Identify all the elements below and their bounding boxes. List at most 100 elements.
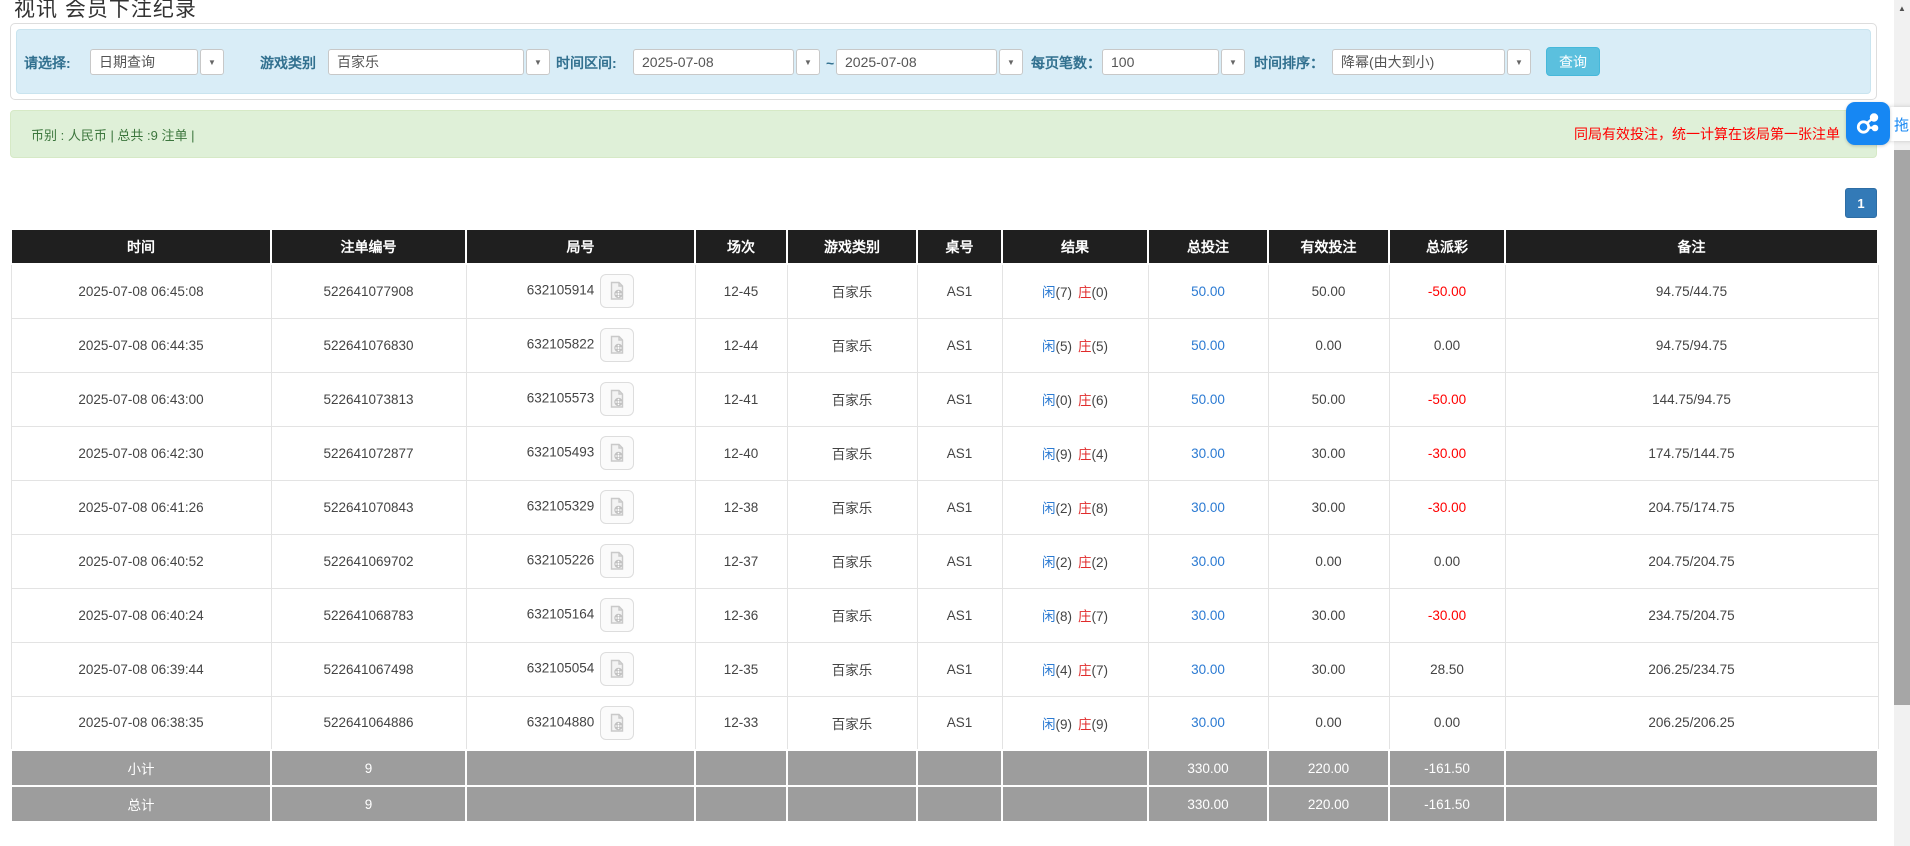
total-bet-link[interactable]: 50.00: [1191, 284, 1225, 299]
video-playback-button[interactable]: [600, 705, 635, 740]
total-bet-link[interactable]: 30.00: [1191, 500, 1225, 515]
col-header-session: 场次: [694, 228, 788, 265]
cell-result: 闲(0) 庄(6): [1001, 371, 1149, 427]
col-header-valid-bet: 有效投注: [1267, 228, 1390, 265]
chevron-down-icon[interactable]: ▼: [796, 49, 820, 75]
cell-time: 2025-07-08 06:40:52: [10, 533, 272, 589]
chevron-down-icon[interactable]: ▼: [200, 49, 224, 75]
cell-valid-bet: 30.00: [1267, 479, 1390, 535]
scrollbar-thumb[interactable]: [1894, 150, 1910, 705]
cell-game: 百家乐: [786, 425, 918, 481]
cell-table-no: AS1: [916, 533, 1003, 589]
table-row: 2025-07-08 06:39:44 522641067498 6321050…: [10, 641, 1879, 697]
cell-payout: -30.00: [1388, 587, 1506, 643]
banker-result-score: (0): [1091, 285, 1109, 301]
player-result-label: 闲: [1042, 609, 1056, 624]
banker-result-label: 庄: [1078, 609, 1092, 624]
cell-session: 12-41: [694, 371, 788, 427]
video-playback-button[interactable]: [600, 490, 635, 524]
cell-table-no: AS1: [916, 425, 1003, 481]
banker-result-score: (9): [1091, 716, 1109, 732]
cell-payout: 0.00: [1388, 533, 1506, 589]
total-bet-link[interactable]: 30.00: [1191, 554, 1225, 569]
video-playback-icon: [611, 497, 624, 516]
video-playback-button[interactable]: [600, 652, 635, 686]
cell-bet-id: 522641064886: [270, 695, 467, 751]
search-button[interactable]: 查询: [1546, 47, 1600, 76]
cell-total-bet: 50.00: [1147, 317, 1269, 373]
player-result-score: (4): [1055, 663, 1073, 678]
cell-payout: -50.00: [1388, 263, 1506, 319]
date-to-select[interactable]: 2025-07-08 ▼: [836, 49, 1023, 75]
round-id-value: 632105329: [526, 498, 595, 514]
cell-payout: 0.00: [1388, 695, 1506, 751]
page-size-value[interactable]: 100: [1102, 49, 1219, 75]
cell-time: 2025-07-08 06:43:00: [10, 371, 272, 427]
cell-round-id: 632105329: [465, 479, 696, 535]
cell-round-id: 632105573: [465, 371, 696, 427]
cell-game: 百家乐: [786, 641, 918, 697]
chevron-down-icon[interactable]: ▼: [526, 49, 550, 75]
query-type-select[interactable]: 日期查询 ▼: [90, 49, 224, 75]
total-bet-link[interactable]: 50.00: [1191, 338, 1225, 353]
page-size-select[interactable]: 100 ▼: [1102, 49, 1245, 75]
cell-table-no: AS1: [916, 263, 1003, 319]
cell-round-id: 632105822: [465, 317, 696, 373]
cell-bet-id: 522641076830: [270, 317, 467, 373]
time-sort-select[interactable]: 降幂(由大到小) ▼: [1332, 49, 1531, 75]
total-bet-link[interactable]: 50.00: [1191, 392, 1225, 407]
round-id-value: 632105164: [526, 606, 595, 622]
col-header-payout: 总派彩: [1388, 228, 1506, 265]
player-result-label: 闲: [1042, 339, 1056, 354]
total-bet-link[interactable]: 30.00: [1191, 715, 1225, 730]
video-playback-button[interactable]: [600, 274, 635, 309]
time-sort-value[interactable]: 降幂(由大到小): [1332, 49, 1505, 75]
cloud-share-icon[interactable]: [1846, 102, 1890, 145]
cell-table-no: AS1: [916, 587, 1003, 643]
video-playback-button[interactable]: [600, 328, 635, 362]
cell-game: 百家乐: [786, 263, 918, 319]
video-playback-button[interactable]: [600, 544, 635, 578]
cell-total-bet: 30.00: [1147, 533, 1269, 589]
cell-session: 12-38: [694, 479, 788, 535]
banker-result-label: 庄: [1078, 716, 1092, 732]
scroll-up-arrow-icon[interactable]: ▲: [1894, 0, 1910, 17]
pagination-page-1[interactable]: 1: [1845, 188, 1877, 218]
game-type-select[interactable]: 百家乐 ▼: [328, 49, 550, 75]
date-to-value[interactable]: 2025-07-08: [836, 49, 997, 75]
chevron-down-icon[interactable]: ▼: [999, 49, 1023, 75]
cell-bet-id: 522641069702: [270, 533, 467, 589]
page-size-label: 每页笔数：: [1031, 54, 1101, 71]
cell-total-bet: 30.00: [1147, 641, 1269, 697]
video-playback-button[interactable]: [600, 436, 635, 470]
video-playback-icon: [611, 605, 624, 624]
chevron-down-icon[interactable]: ▼: [1507, 49, 1531, 75]
date-from-value[interactable]: 2025-07-08: [633, 49, 794, 75]
cell-round-id: 632104880: [465, 695, 696, 751]
date-from-select[interactable]: 2025-07-08 ▼: [633, 49, 820, 75]
cell-time: 2025-07-08 06:41:26: [10, 479, 272, 535]
banker-result-score: (8): [1091, 501, 1109, 516]
round-id-value: 632105226: [526, 552, 595, 568]
cell-valid-bet: 30.00: [1267, 587, 1390, 643]
total-bet-link[interactable]: 30.00: [1191, 608, 1225, 623]
chevron-down-icon[interactable]: ▼: [1221, 49, 1245, 75]
cell-valid-bet: 50.00: [1267, 263, 1390, 319]
cell-payout: -50.00: [1388, 371, 1506, 427]
query-type-value[interactable]: 日期查询: [90, 49, 198, 75]
round-id-value: 632104880: [526, 714, 595, 730]
total-bet-link[interactable]: 30.00: [1191, 662, 1225, 677]
drag-tab-label: 拖: [1894, 116, 1910, 134]
cell-game: 百家乐: [786, 371, 918, 427]
cell-table-no: AS1: [916, 641, 1003, 697]
video-playback-button[interactable]: [600, 598, 635, 632]
cell-result: 闲(4) 庄(7): [1001, 641, 1149, 697]
table-header-row: 时间 注单编号 局号 场次 游戏类别 桌号 结果 总投注 有效投注 总派彩 备注: [10, 228, 1879, 265]
col-header-round-id: 局号: [465, 228, 696, 265]
cell-bet-id: 522641073813: [270, 371, 467, 427]
col-header-remark: 备注: [1504, 228, 1879, 265]
video-playback-button[interactable]: [600, 382, 635, 416]
game-type-value[interactable]: 百家乐: [328, 49, 524, 75]
total-bet-link[interactable]: 30.00: [1191, 446, 1225, 461]
table-row: 2025-07-08 06:45:08 522641077908 6321059…: [10, 263, 1879, 319]
